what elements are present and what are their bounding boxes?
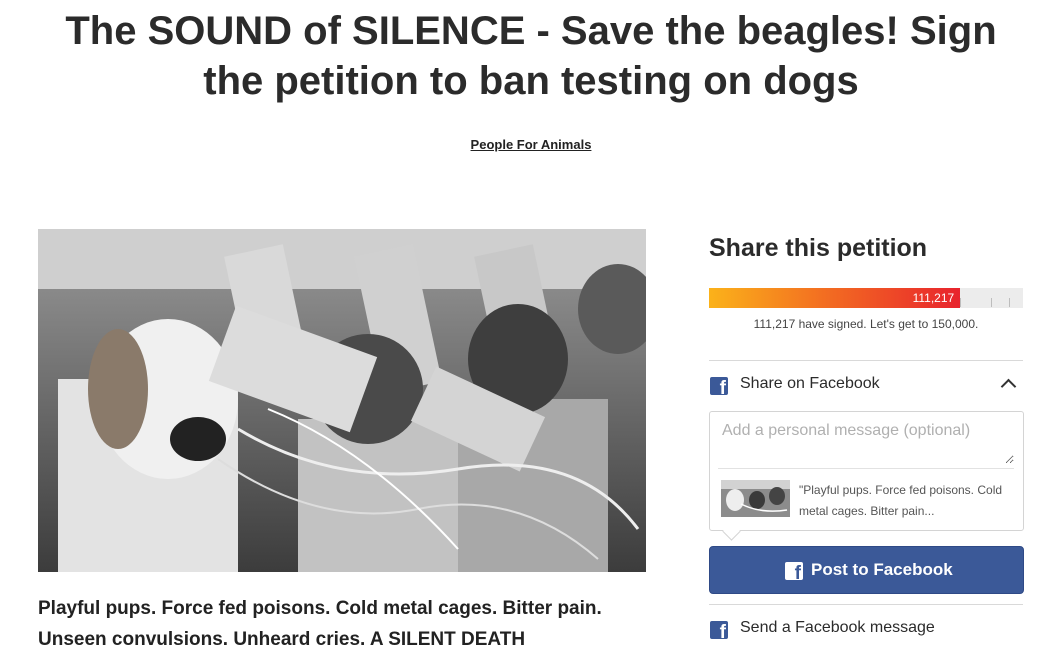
facebook-icon: f bbox=[785, 562, 803, 580]
progress-fill: 111,217 bbox=[709, 288, 961, 308]
post-to-facebook-button[interactable]: f Post to Facebook bbox=[709, 546, 1024, 594]
composer-caret bbox=[722, 522, 741, 541]
share-on-facebook-toggle[interactable]: Share on Facebook bbox=[740, 375, 880, 393]
preview-thumbnail bbox=[721, 480, 790, 517]
share-heading: Share this petition bbox=[709, 234, 928, 262]
chevron-up-icon[interactable] bbox=[1000, 378, 1017, 395]
progress-tick bbox=[960, 298, 961, 307]
progress-tick bbox=[991, 298, 992, 307]
petition-photo bbox=[38, 229, 646, 572]
author-link[interactable]: People For Animals bbox=[0, 137, 1062, 152]
preview-text: "Playful pups. Force fed poisons. Cold m… bbox=[799, 483, 1003, 518]
progress-tick bbox=[1009, 298, 1010, 307]
petition-description: Playful pups. Force fed poisons. Cold me… bbox=[38, 598, 602, 650]
facebook-message-composer: "Playful pups. Force fed poisons. Cold m… bbox=[709, 411, 1024, 541]
divider bbox=[709, 604, 1023, 605]
petition-title: The SOUND of SILENCE - Save the beagles!… bbox=[65, 9, 997, 103]
facebook-icon: f bbox=[710, 621, 728, 639]
personal-message-input[interactable] bbox=[720, 420, 1014, 464]
signature-progress-bar: 111,217 bbox=[709, 288, 1023, 308]
preview-divider bbox=[718, 468, 1014, 469]
send-facebook-message-link[interactable]: Send a Facebook message bbox=[740, 619, 935, 637]
progress-caption: 111,217 have signed. Let's get to 150,00… bbox=[753, 317, 979, 331]
divider bbox=[709, 360, 1023, 361]
facebook-icon: f bbox=[710, 377, 728, 395]
post-button-label: Post to Facebook bbox=[811, 560, 953, 579]
